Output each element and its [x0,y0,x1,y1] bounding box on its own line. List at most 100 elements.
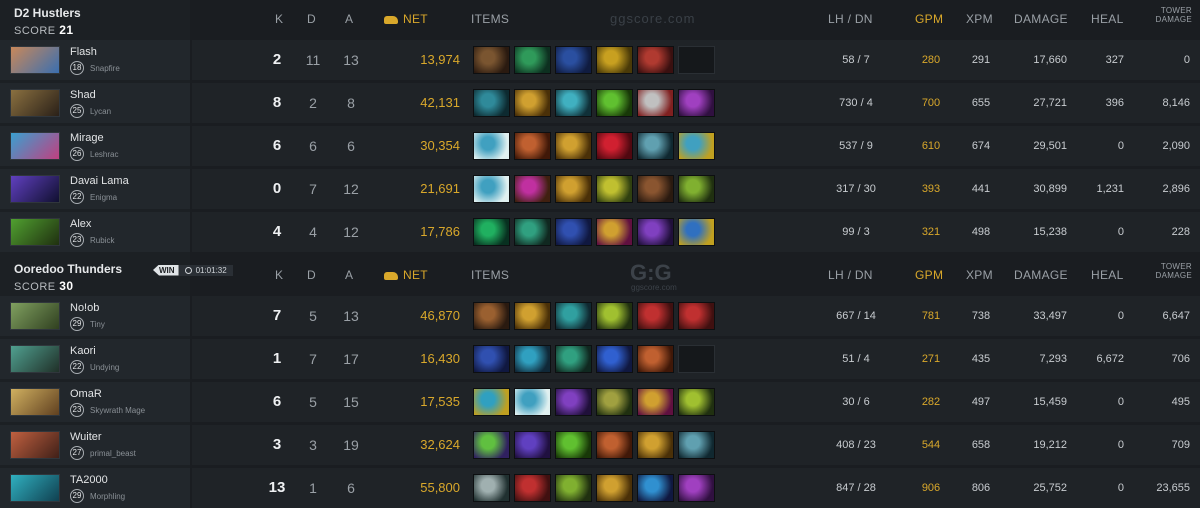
item-icon[interactable] [473,175,510,203]
player-name[interactable]: Kaori [70,345,96,357]
item-icon[interactable] [596,302,633,330]
item-icon[interactable] [473,89,510,117]
player-row[interactable]: TA2000 29 Morphling 13 1 6 55,800 847 / 28 906 80… [0,468,1200,508]
player-row[interactable]: Alex 23 Rubick 4 4 12 17,786 99 / 3 321 498 15,238… [0,212,1200,252]
item-icon[interactable] [637,474,674,502]
empty-item-slot[interactable] [678,345,715,373]
header-heal[interactable]: HEAL [1091,12,1124,26]
header-items[interactable]: ITEMS [471,12,509,26]
item-icon[interactable] [473,345,510,373]
player-row[interactable]: Shad 25 Lycan 8 2 8 42,131 730 / 4 700 655 27,721 3… [0,83,1200,123]
item-icon[interactable] [514,218,551,246]
item-icon[interactable] [596,431,633,459]
item-icon[interactable] [678,218,715,246]
header-k[interactable]: K [275,268,283,282]
item-icon[interactable] [678,175,715,203]
item-icon[interactable] [596,89,633,117]
hero-portrait[interactable] [10,218,60,246]
player-row[interactable]: Mirage 26 Leshrac 6 6 6 30,354 537 / 9 610 674 29,… [0,126,1200,166]
hero-portrait[interactable] [10,302,60,330]
item-icon[interactable] [473,46,510,74]
item-icon[interactable] [555,89,592,117]
header-damage[interactable]: DAMAGE [1014,268,1068,282]
player-name[interactable]: Mirage [70,132,104,144]
player-name[interactable]: Shad [70,89,96,101]
item-icon[interactable] [555,175,592,203]
header-gpm[interactable]: GPM [915,268,943,282]
item-icon[interactable] [514,431,551,459]
header-a[interactable]: A [345,268,353,282]
item-icon[interactable] [678,431,715,459]
player-name[interactable]: Davai Lama [70,175,129,187]
hero-portrait[interactable] [10,474,60,502]
empty-item-slot[interactable] [678,46,715,74]
item-icon[interactable] [596,132,633,160]
item-icon[interactable] [637,302,674,330]
item-icon[interactable] [596,474,633,502]
header-damage[interactable]: DAMAGE [1014,12,1068,26]
player-name[interactable]: Flash [70,46,97,58]
item-icon[interactable] [678,474,715,502]
header-d[interactable]: D [307,268,316,282]
player-name[interactable]: Wuiter [70,431,102,443]
player-name[interactable]: TA2000 [70,474,108,486]
hero-portrait[interactable] [10,345,60,373]
player-row[interactable]: Kaori 22 Undying 1 7 17 16,430 51 / 4 271 435 7,29… [0,339,1200,379]
item-icon[interactable] [596,175,633,203]
item-icon[interactable] [555,302,592,330]
item-icon[interactable] [637,218,674,246]
header-heal[interactable]: HEAL [1091,268,1124,282]
hero-portrait[interactable] [10,388,60,416]
item-icon[interactable] [514,302,551,330]
team-name[interactable]: Ooredoo Thunders [14,262,122,276]
item-icon[interactable] [514,345,551,373]
item-icon[interactable] [514,89,551,117]
header-k[interactable]: K [275,12,283,26]
hero-portrait[interactable] [10,431,60,459]
item-icon[interactable] [678,132,715,160]
item-icon[interactable] [514,388,551,416]
item-icon[interactable] [514,46,551,74]
item-icon[interactable] [473,474,510,502]
header-lh-dn[interactable]: LH / DN [828,268,873,282]
player-row[interactable]: Wuiter 27 primal_beast 3 3 19 32,624 408 / 23 54… [0,425,1200,465]
item-icon[interactable] [473,302,510,330]
item-icon[interactable] [637,89,674,117]
item-icon[interactable] [596,218,633,246]
item-icon[interactable] [514,175,551,203]
item-icon[interactable] [678,302,715,330]
player-row[interactable]: Flash 18 Snapfire 2 11 13 13,974 58 / 7 280 291 17… [0,40,1200,80]
header-d[interactable]: D [307,12,316,26]
item-icon[interactable] [555,345,592,373]
item-icon[interactable] [555,431,592,459]
hero-portrait[interactable] [10,175,60,203]
item-icon[interactable] [596,345,633,373]
item-icon[interactable] [637,132,674,160]
item-icon[interactable] [473,431,510,459]
item-icon[interactable] [514,132,551,160]
item-icon[interactable] [637,431,674,459]
header-items[interactable]: ITEMS [471,268,509,282]
item-icon[interactable] [637,46,674,74]
item-icon[interactable] [637,345,674,373]
header-net[interactable]: NET [384,12,428,26]
item-icon[interactable] [473,218,510,246]
header-lh-dn[interactable]: LH / DN [828,12,873,26]
item-icon[interactable] [555,132,592,160]
header-tower-damage[interactable]: TOWER DAMAGE [1140,262,1192,280]
item-icon[interactable] [637,388,674,416]
header-net[interactable]: NET [384,268,428,282]
item-icon[interactable] [514,474,551,502]
header-gpm[interactable]: GPM [915,12,943,26]
player-row[interactable]: No!ob 29 Tiny 7 5 13 46,870 667 / 14 781 738 33,49… [0,296,1200,336]
header-xpm[interactable]: XPM [966,268,993,282]
player-name[interactable]: No!ob [70,302,99,314]
team-name[interactable]: D2 Hustlers [14,6,81,20]
item-icon[interactable] [555,474,592,502]
item-icon[interactable] [473,388,510,416]
item-icon[interactable] [678,388,715,416]
item-icon[interactable] [678,89,715,117]
hero-portrait[interactable] [10,89,60,117]
item-icon[interactable] [555,46,592,74]
player-row[interactable]: Davai Lama 22 Enigma 0 7 12 21,691 317 / 30 393 4… [0,169,1200,209]
